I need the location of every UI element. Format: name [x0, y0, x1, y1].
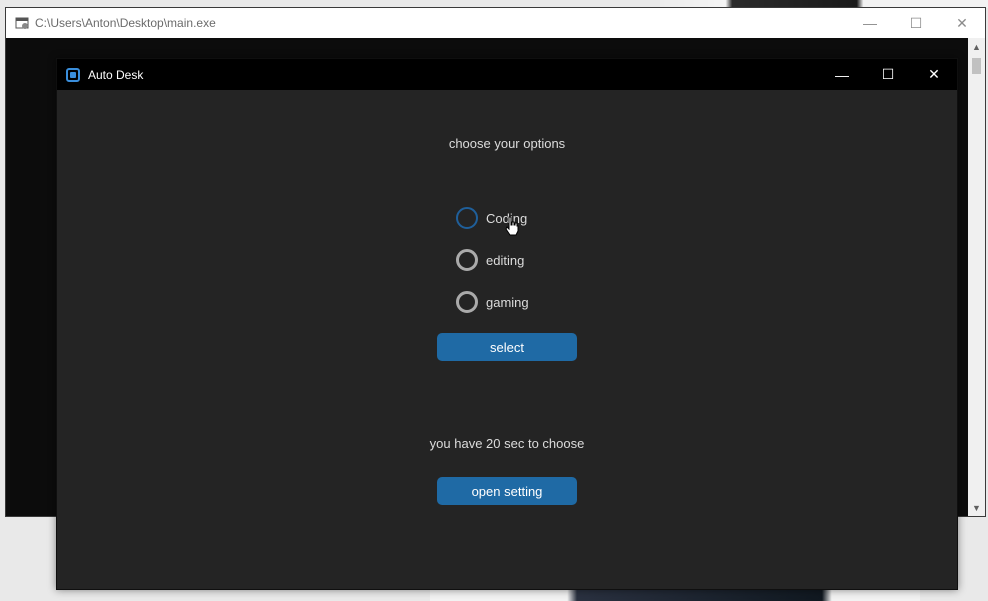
console-close-button[interactable]: ✕ [939, 8, 985, 38]
app-titlebar[interactable]: Auto Desk — ☐ ✕ [57, 59, 957, 90]
app-title: Auto Desk [88, 67, 144, 82]
console-scrollbar[interactable]: ▲ ▼ [968, 38, 985, 516]
radio-button-icon[interactable] [456, 207, 478, 229]
timer-text: you have 20 sec to choose [429, 436, 585, 451]
console-title: C:\Users\Anton\Desktop\main.exe [35, 16, 216, 30]
radio-option-editing[interactable]: editing [456, 249, 524, 271]
app-logo-icon [66, 67, 80, 82]
radio-option-gaming[interactable]: gaming [456, 291, 529, 313]
radio-button-icon[interactable] [456, 291, 478, 313]
app-minimize-button[interactable]: — [819, 59, 865, 90]
console-minimize-button[interactable]: — [847, 8, 893, 38]
console-app-icon [15, 16, 29, 30]
radio-label-gaming: gaming [486, 294, 529, 310]
app-close-button[interactable]: ✕ [911, 59, 957, 90]
hand-cursor-icon [505, 216, 519, 236]
auto-desk-window: Auto Desk — ☐ ✕ choose your options Codi… [56, 58, 958, 590]
open-setting-button[interactable]: open setting [437, 477, 577, 505]
scroll-down-arrow-icon[interactable]: ▼ [968, 499, 985, 516]
radio-label-editing: editing [486, 252, 525, 268]
options-heading: choose your options [448, 136, 566, 151]
console-titlebar[interactable]: C:\Users\Anton\Desktop\main.exe — ☐ ✕ [6, 8, 985, 38]
radio-button-icon[interactable] [456, 249, 478, 271]
select-button[interactable]: select [437, 333, 577, 361]
scroll-up-arrow-icon[interactable]: ▲ [968, 38, 985, 55]
console-maximize-button[interactable]: ☐ [893, 8, 939, 38]
app-maximize-button[interactable]: ☐ [865, 59, 911, 90]
scrollbar-thumb[interactable] [972, 58, 981, 74]
